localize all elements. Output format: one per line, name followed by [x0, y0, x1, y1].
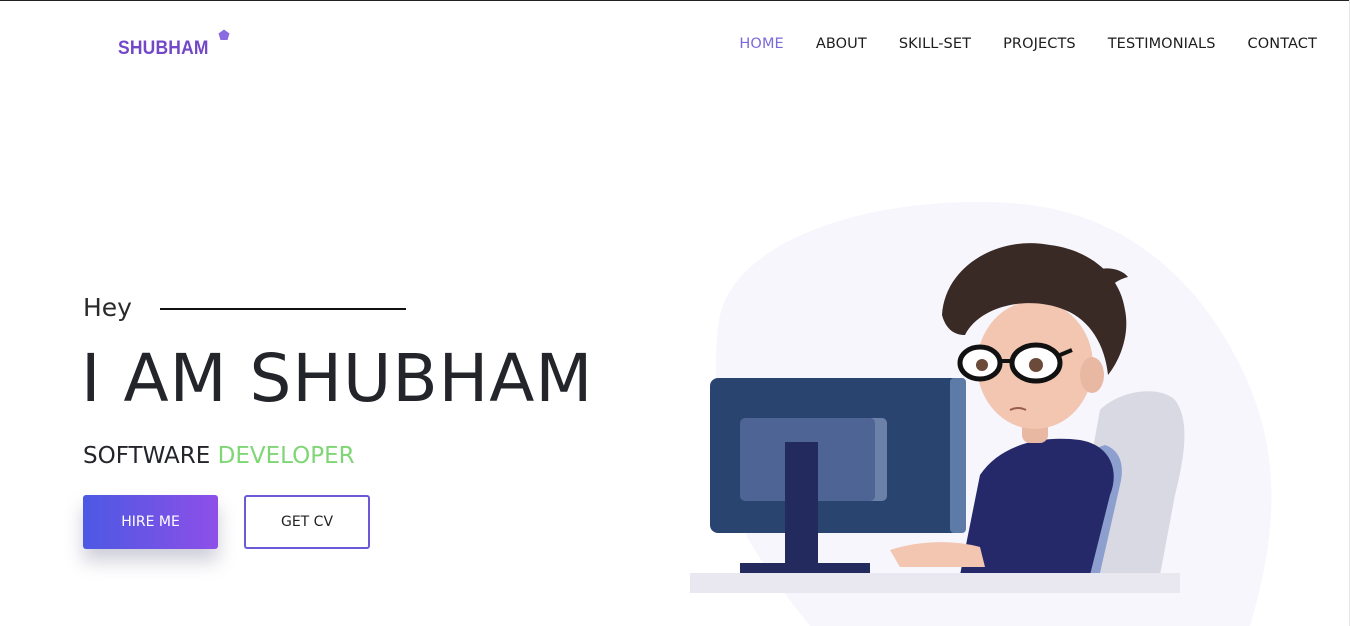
pentagon-star-icon	[218, 29, 230, 40]
nav-projects[interactable]: PROJECTS	[1003, 36, 1076, 52]
role-prefix: SOFTWARE	[83, 443, 211, 469]
greeting-text: Hey	[83, 293, 132, 322]
greeting-row: Hey	[83, 293, 406, 322]
hero-role: SOFTWARE DEVELOPER	[83, 443, 355, 469]
ear	[1080, 357, 1104, 393]
logo-text: SHUBHAM	[118, 38, 209, 59]
desk	[690, 573, 1180, 593]
nav-contact[interactable]: CONTACT	[1248, 36, 1317, 52]
main-nav: HOME ABOUT SKILL-SET PROJECTS TESTIMONIA…	[739, 36, 1317, 52]
nav-about[interactable]: ABOUT	[816, 36, 867, 52]
developer-illustration	[690, 201, 1272, 626]
hire-me-button[interactable]: HIRE ME	[83, 495, 218, 549]
nav-testimonials[interactable]: TESTIMONIALS	[1108, 36, 1216, 52]
nav-skill-set[interactable]: SKILL-SET	[899, 36, 971, 52]
get-cv-button[interactable]: GET CV	[244, 495, 370, 549]
role-accent: DEVELOPER	[217, 443, 355, 469]
top-border	[0, 0, 1350, 1]
monitor-stand	[785, 442, 818, 572]
nav-home[interactable]: HOME	[739, 36, 783, 52]
hero-headline: I AM SHUBHAM	[81, 340, 594, 417]
logo[interactable]: SHUBHAM	[118, 29, 230, 60]
monitor-side	[950, 378, 966, 533]
glasses	[957, 342, 1073, 384]
greeting-divider	[159, 307, 406, 310]
